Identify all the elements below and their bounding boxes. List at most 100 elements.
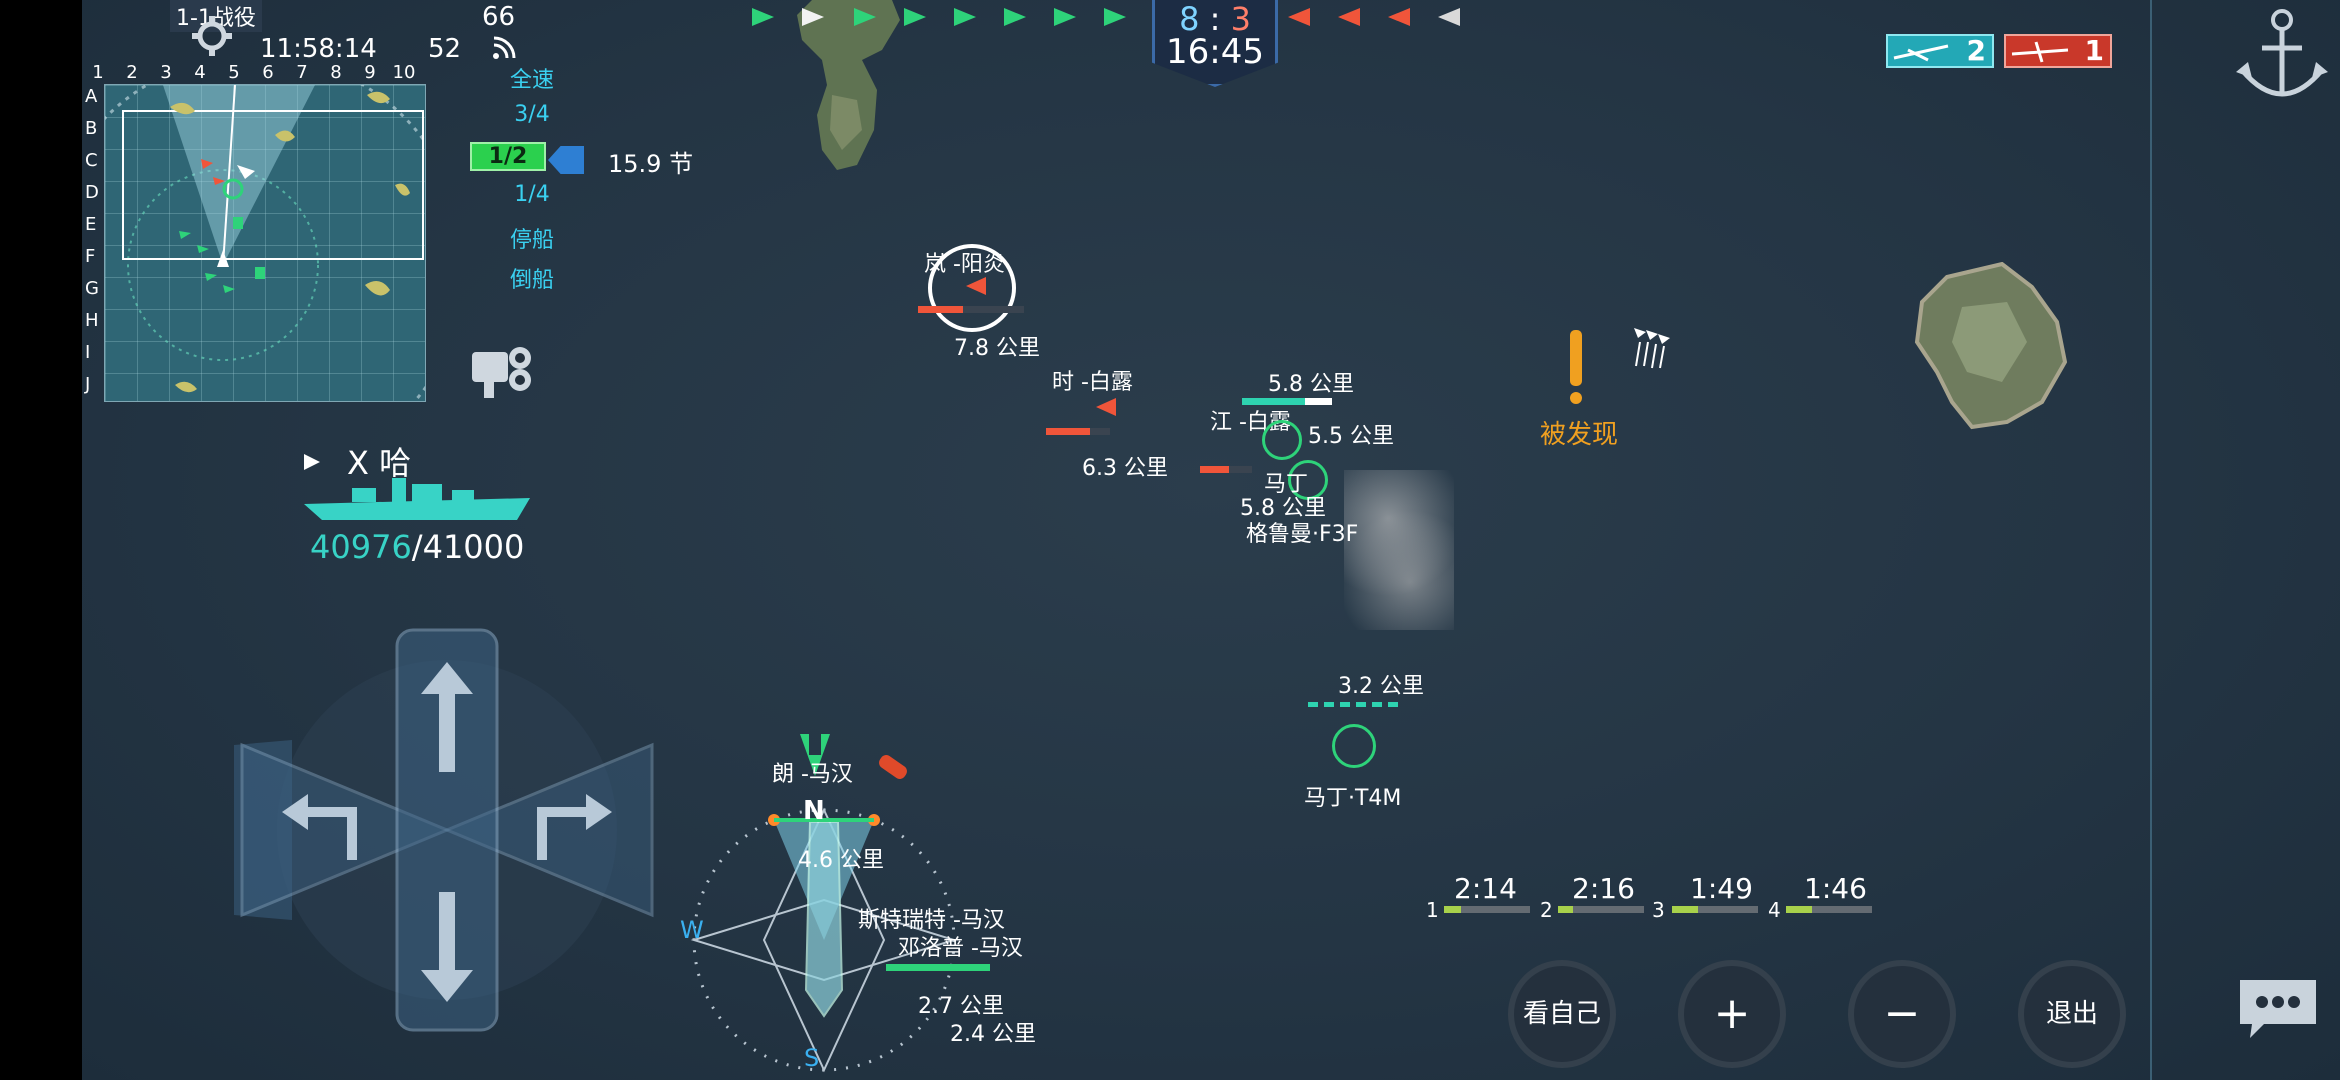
ally-distance: 2.4 公里 xyxy=(950,1022,1036,1047)
anchor-icon[interactable] xyxy=(2232,0,2332,114)
minimap-row: F xyxy=(85,246,96,267)
bomber-squadron-count: 1 xyxy=(2084,34,2104,67)
right-divider xyxy=(2150,0,2152,1080)
target-name: 马丁·T4M xyxy=(1304,786,1402,811)
speed-half[interactable]: 1/2 xyxy=(470,142,546,171)
minimap-row: I xyxy=(85,342,91,363)
aircraft-slot-progress xyxy=(1558,906,1574,913)
speed-full[interactable]: 全速 xyxy=(482,62,582,94)
bomber-plane-icon xyxy=(2011,41,2069,63)
minimap-row: B xyxy=(85,118,98,139)
minimap-col: 3 xyxy=(160,62,172,83)
target-distance: 3.2 公里 xyxy=(1338,674,1424,699)
target-distance: 5.5 公里 xyxy=(1308,424,1394,449)
enemy-aircraft-icon xyxy=(1632,326,1692,374)
aircraft-slot-timer: 2:14 xyxy=(1454,872,1517,905)
ally-flag-icon xyxy=(752,8,774,26)
enemy-ship-marker[interactable] xyxy=(966,277,986,295)
ally-flag-icon xyxy=(954,8,976,26)
target-distance: 7.8 公里 xyxy=(954,336,1040,361)
speed-quarter[interactable]: 1/4 xyxy=(482,182,582,207)
exclamation-icon xyxy=(1570,330,1584,406)
minimap-row: C xyxy=(85,150,98,171)
target-name: 格鲁曼·F3F xyxy=(1246,522,1359,547)
aircraft-slot-bar[interactable] xyxy=(1786,906,1872,913)
minimap-row: A xyxy=(85,86,98,107)
minimap-col: 1 xyxy=(92,62,104,83)
minimap-overlay xyxy=(82,53,467,477)
turn-right-button[interactable] xyxy=(502,750,652,910)
ally-name: 朗 -马汉 xyxy=(772,762,853,787)
player-play-icon xyxy=(304,454,320,470)
exit-view-button[interactable]: 退出 xyxy=(2018,960,2126,1068)
enemy-ship-marker[interactable] xyxy=(1096,398,1116,416)
enemy-flag-icon xyxy=(1388,8,1410,26)
aircraft-slot-timer: 1:46 xyxy=(1804,872,1867,905)
enemy-flag-icon xyxy=(1338,8,1360,26)
ally-flag-icon xyxy=(1004,8,1026,26)
minimap-col: 6 xyxy=(262,62,274,83)
speed-stop[interactable]: 停船 xyxy=(482,222,582,254)
backward-button[interactable] xyxy=(397,832,497,1032)
aircraft-slot-progress xyxy=(1444,906,1462,913)
minimap-row: D xyxy=(85,182,99,203)
compass-south: S xyxy=(804,1044,820,1072)
player-hp-max: 41000 xyxy=(422,528,525,566)
minimap-col: 2 xyxy=(126,62,138,83)
minimap-row: E xyxy=(85,214,97,235)
camera-icon[interactable] xyxy=(470,340,540,404)
minimap-col: 4 xyxy=(194,62,206,83)
zoom-out-button[interactable]: − xyxy=(1848,960,1956,1068)
ally-squadron-marker[interactable] xyxy=(1332,724,1376,768)
target-distance: 6.3 公里 xyxy=(1082,456,1168,481)
target-hp-fill xyxy=(1200,466,1229,473)
ally-flag-icon xyxy=(802,8,824,26)
minimap[interactable] xyxy=(82,53,467,477)
speed-reverse[interactable]: 倒船 xyxy=(482,262,582,294)
island-east xyxy=(1914,262,2067,430)
target-name: 时 -白露 xyxy=(1052,370,1133,395)
minimap-col: 5 xyxy=(228,62,240,83)
target-hp-fill xyxy=(1046,428,1090,435)
turn-left-button[interactable] xyxy=(242,750,392,910)
torpedo-squadron-count: 2 xyxy=(1966,34,1986,67)
target-hp-fill xyxy=(918,306,963,313)
ally-flag-icon xyxy=(904,8,926,26)
player-hp-current: 40976 xyxy=(310,528,412,566)
ally-hp-bar xyxy=(886,964,990,971)
ally-squadron-marker[interactable] xyxy=(1262,420,1302,460)
aircraft-slot-index: 1 xyxy=(1426,898,1439,922)
minimap-col: 8 xyxy=(330,62,342,83)
minimap-row: J xyxy=(85,374,91,395)
aircraft-slot-index: 2 xyxy=(1540,898,1553,922)
speed-pointer-icon xyxy=(548,146,584,174)
aircraft-slot-bar[interactable] xyxy=(1558,906,1644,913)
minimap-row: G xyxy=(85,278,99,299)
aircraft-slot-progress xyxy=(1786,906,1812,913)
player-hp: 40976/41000 xyxy=(310,528,524,566)
forward-button[interactable] xyxy=(397,632,497,832)
game-viewport[interactable]: 1-1战役 11:58:14 52 66 1 2 3 4 5 6 7 8 9 1… xyxy=(82,0,2340,1080)
aircraft-slot-timer: 2:16 xyxy=(1572,872,1635,905)
compass-west: W xyxy=(680,916,704,944)
target-name: 岚 -阳炎 xyxy=(924,252,1005,277)
aircraft-slot-progress xyxy=(1672,906,1698,913)
zoom-in-button[interactable]: + xyxy=(1678,960,1786,1068)
current-speed: 15.9 节 xyxy=(608,150,694,178)
aircraft-slot-bar[interactable] xyxy=(1444,906,1530,913)
torpedo-squadron-badge[interactable]: 2 xyxy=(1886,34,1994,68)
aircraft-slot-index: 3 xyxy=(1652,898,1665,922)
enemy-flag-icon xyxy=(1288,8,1310,26)
chat-icon[interactable] xyxy=(2234,974,2322,1044)
aircraft-slot-bar[interactable] xyxy=(1672,906,1758,913)
detected-alert: 被发现 xyxy=(1540,420,1619,450)
speed-three-quarter[interactable]: 3/4 xyxy=(482,102,582,127)
minimap-col: 10 xyxy=(392,62,416,83)
look-self-button[interactable]: 看自己 xyxy=(1508,960,1616,1068)
torpedo-plane-icon xyxy=(1893,44,1949,62)
ally-flag-icon xyxy=(1054,8,1076,26)
squadron-dash-bar xyxy=(1308,702,1404,707)
bomber-squadron-badge[interactable]: 1 xyxy=(2004,34,2112,68)
enemy-flag-icon xyxy=(1438,8,1460,26)
ally-name: 邓洛普 -马汉 xyxy=(898,936,1023,961)
